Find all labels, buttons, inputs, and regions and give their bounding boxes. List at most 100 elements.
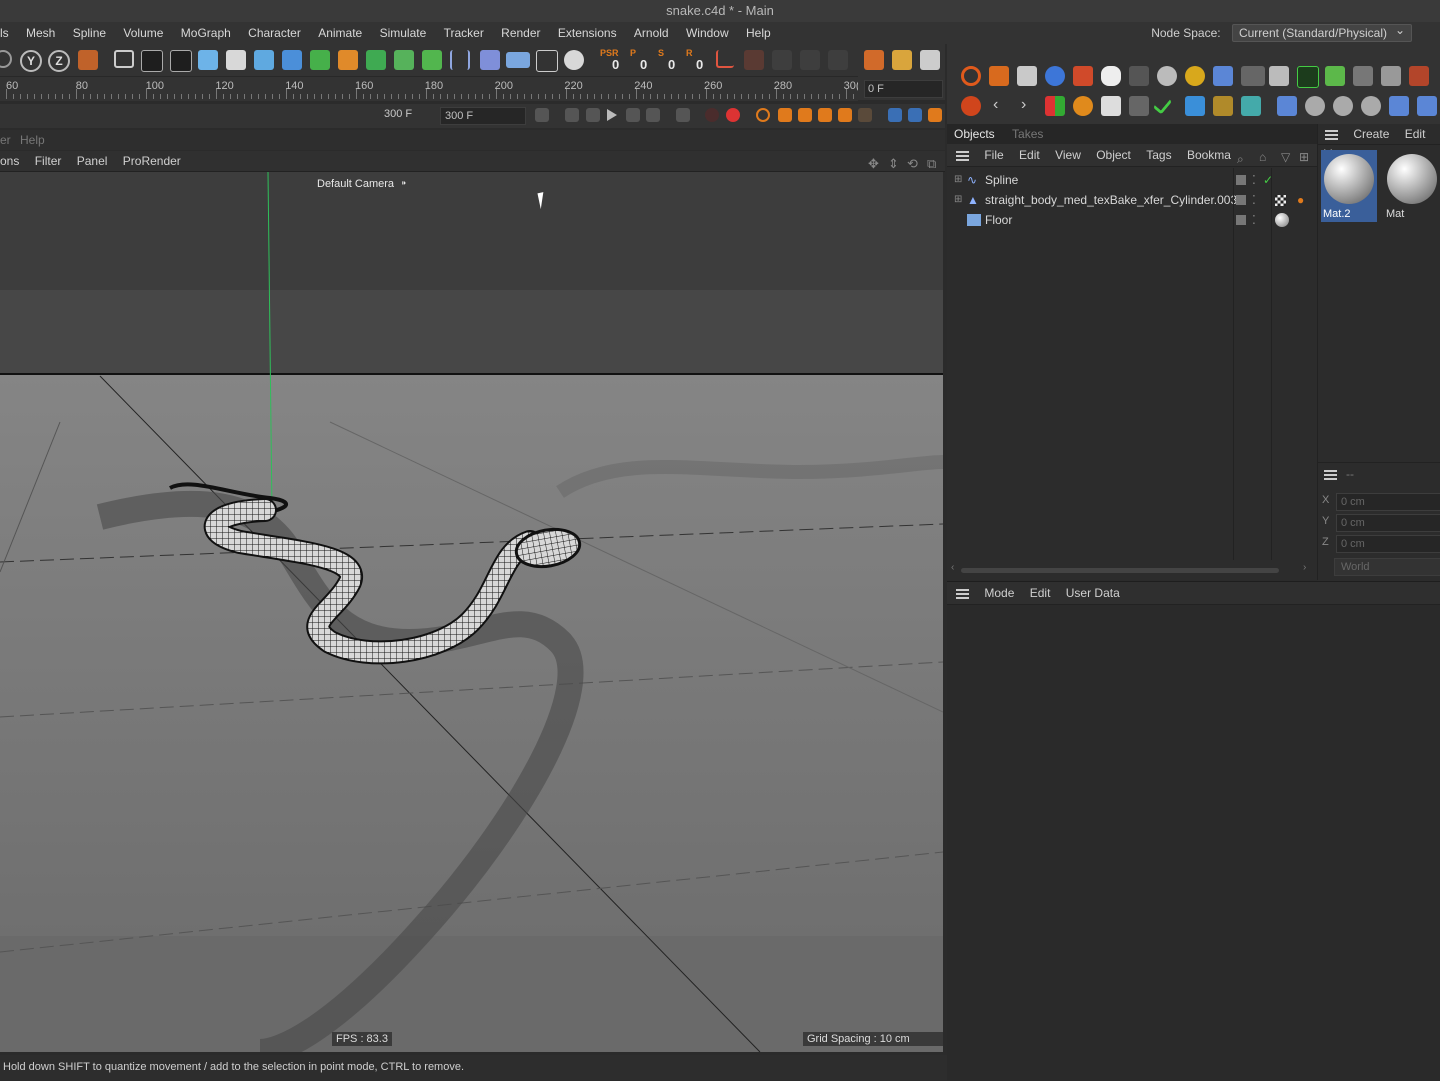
muscle-icon[interactable]: [744, 50, 764, 70]
axis-z-button[interactable]: Z: [48, 50, 70, 72]
texture-tag-icon[interactable]: [1275, 195, 1286, 206]
cloner-icon[interactable]: [310, 50, 330, 70]
current-frame-field[interactable]: 0 F: [864, 80, 943, 98]
disabled-tool-3-icon[interactable]: [828, 50, 848, 70]
key-scale-icon[interactable]: [798, 108, 812, 122]
camera-icon[interactable]: [536, 50, 558, 72]
coord-x-field[interactable]: 0 cm: [1336, 493, 1440, 511]
next-key-icon[interactable]: [646, 108, 660, 122]
key-position-icon[interactable]: [778, 108, 792, 122]
previous-frame-icon[interactable]: [586, 108, 600, 122]
scale-value[interactable]: 0: [668, 57, 675, 72]
eye-icon[interactable]: [989, 66, 1009, 86]
keyframe-selection-icon[interactable]: [756, 108, 770, 122]
attributes-menu-mode[interactable]: Mode: [978, 582, 1020, 604]
tree-icon[interactable]: [1381, 66, 1401, 86]
material-tag-icon[interactable]: ●: [1297, 190, 1304, 210]
visibility-dots-icon[interactable]: ⁚: [1252, 170, 1256, 190]
render-queue-icon[interactable]: [892, 50, 912, 70]
go-to-end-icon[interactable]: [676, 108, 690, 122]
spheres-2-icon[interactable]: [1333, 96, 1353, 116]
disabled-tool-2-icon[interactable]: [800, 50, 820, 70]
position-value[interactable]: 0: [640, 57, 647, 72]
viewport-menu-prorender[interactable]: ProRender: [117, 151, 187, 171]
go-to-start-icon[interactable]: [535, 108, 549, 122]
color-tag-icon[interactable]: [1045, 96, 1065, 116]
new-window-icon[interactable]: ⊞: [1299, 146, 1309, 168]
chevron-left-icon[interactable]: ‹: [993, 96, 998, 114]
object-name[interactable]: Spline: [985, 170, 1018, 190]
visibility-dots-icon[interactable]: ⁚: [1252, 190, 1256, 210]
attributes-menu-edit[interactable]: Edit: [1024, 582, 1057, 604]
viewport-menu-filter[interactable]: Filter: [29, 151, 68, 171]
menu-animate[interactable]: Animate: [311, 22, 369, 44]
edit-tag-icon[interactable]: [1236, 175, 1246, 185]
menu-tracker[interactable]: Tracker: [437, 22, 491, 44]
objects-menu-object[interactable]: Object: [1090, 144, 1137, 166]
pin-icon[interactable]: [1389, 96, 1409, 116]
spheres-icon[interactable]: [1305, 96, 1325, 116]
render-view-icon[interactable]: [114, 50, 134, 68]
horizontal-scrollbar[interactable]: [961, 568, 1279, 573]
key-rotation-icon[interactable]: [818, 108, 832, 122]
expand-icon[interactable]: ⊞: [954, 190, 962, 210]
objects-menu-bookmarks[interactable]: Bookma: [1181, 144, 1237, 166]
autokey-icon[interactable]: [726, 108, 740, 122]
align-icon[interactable]: [1277, 96, 1297, 116]
axis-x-button[interactable]: [0, 50, 12, 68]
3d-viewport[interactable]: Default Camera ⁍ FPS : 83.3 Grid Spacing…: [0, 172, 943, 1052]
subdivision-surface-icon[interactable]: [254, 50, 274, 70]
attributes-menu-user-data[interactable]: User Data: [1060, 582, 1126, 604]
rotate-view-icon[interactable]: ⟲: [907, 154, 918, 174]
material-swatch-selected[interactable]: Mat.2: [1321, 150, 1377, 222]
qr-icon[interactable]: [1045, 66, 1065, 86]
green-cube-icon[interactable]: [1325, 66, 1345, 86]
sphere-icon[interactable]: [1157, 66, 1177, 86]
menu-extensions[interactable]: Extensions: [551, 22, 624, 44]
sound-icon[interactable]: [928, 108, 942, 122]
help-icon[interactable]: [1269, 66, 1289, 86]
scroll-right-icon[interactable]: ›: [1303, 562, 1306, 573]
chevron-right-icon[interactable]: ›: [1021, 96, 1026, 114]
timeline-window-icon[interactable]: [888, 108, 902, 122]
objects-menu-file[interactable]: File: [978, 144, 1009, 166]
disabled-tool-icon[interactable]: [772, 50, 792, 70]
hamburger-icon[interactable]: [956, 150, 969, 161]
ring-icon[interactable]: [1185, 66, 1205, 86]
edit-tag-icon[interactable]: [1236, 215, 1246, 225]
visibility-dots-icon[interactable]: ⁚: [1252, 210, 1256, 230]
cube-blue-icon[interactable]: [1213, 66, 1233, 86]
camera-capsule-icon[interactable]: [480, 50, 500, 70]
play-icon[interactable]: [607, 109, 617, 121]
menu-mesh[interactable]: Mesh: [19, 22, 62, 44]
camera-icon-small[interactable]: ⁍: [401, 178, 407, 190]
help-menu[interactable]: Help: [20, 133, 45, 147]
key-parameter-icon[interactable]: [838, 108, 852, 122]
menu-help[interactable]: Help: [739, 22, 778, 44]
material-swatch[interactable]: Mat: [1384, 150, 1440, 222]
hamburger-icon[interactable]: [1324, 470, 1337, 480]
t-tool-icon[interactable]: [1417, 96, 1437, 116]
mograph-icon[interactable]: [422, 50, 442, 70]
at-icon[interactable]: [1073, 66, 1093, 86]
menu-volume[interactable]: Volume: [116, 22, 170, 44]
help-menu-fragment[interactable]: er: [0, 133, 11, 147]
scroll-left-icon[interactable]: ‹: [951, 562, 954, 573]
spline-pen-icon[interactable]: [226, 50, 246, 70]
gear-box-icon[interactable]: [1353, 66, 1373, 86]
small-dot-icon[interactable]: [1129, 66, 1149, 86]
next-frame-icon[interactable]: [626, 108, 640, 122]
redshift-icon[interactable]: [864, 50, 884, 70]
hierarchy-icon[interactable]: [1241, 96, 1261, 116]
menu-simulate[interactable]: Simulate: [373, 22, 434, 44]
node-space-select[interactable]: Current (Standard/Physical): [1231, 22, 1412, 42]
hamburger-icon[interactable]: [1325, 129, 1338, 140]
menu-window[interactable]: Window: [679, 22, 736, 44]
menu-render[interactable]: Render: [494, 22, 547, 44]
sel2hier-icon[interactable]: [1213, 96, 1233, 116]
light-icon[interactable]: [564, 50, 584, 70]
magnet-icon[interactable]: [961, 96, 981, 116]
ik-icon[interactable]: [716, 50, 734, 68]
render-to-picture-viewer-icon[interactable]: [141, 50, 163, 72]
previous-key-icon[interactable]: [565, 108, 579, 122]
